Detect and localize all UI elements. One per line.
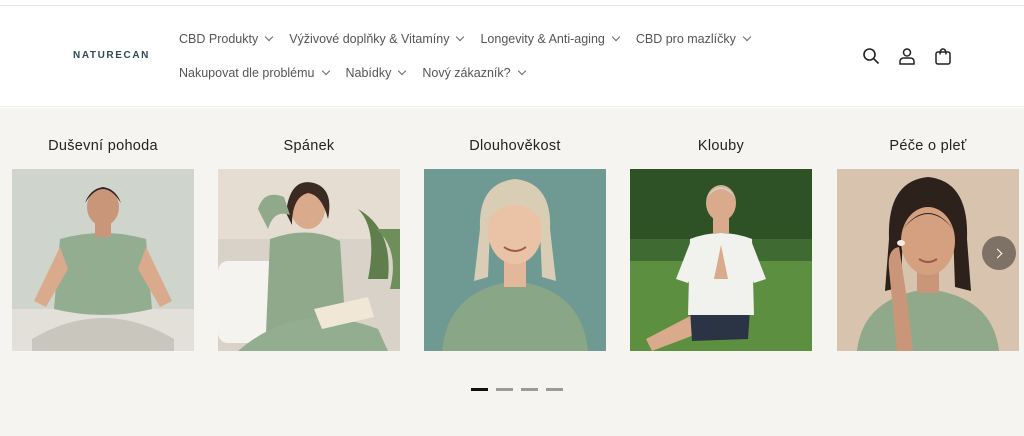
nav-offers[interactable]: Nabídky: [345, 66, 407, 80]
chevron-down-icon: [742, 32, 752, 42]
nav-label: CBD pro mazlíčky: [635, 32, 736, 46]
chevron-down-icon: [264, 32, 274, 42]
carousel-dot-3[interactable]: [521, 388, 538, 391]
header-icons: [862, 47, 952, 65]
category-title: Duševní pohoda: [48, 138, 158, 154]
cart-icon[interactable]: [934, 47, 952, 65]
category-title: Spánek: [283, 138, 335, 154]
carousel-dot-2[interactable]: [496, 388, 513, 391]
nav-supplements[interactable]: Výživové doplňky & Vitamíny: [289, 32, 465, 46]
search-icon[interactable]: [862, 47, 880, 65]
nav-label: Nabídky: [345, 66, 392, 80]
category-title: Klouby: [697, 138, 745, 154]
chevron-down-icon: [398, 66, 407, 76]
category-image-older-woman-smiling[interactable]: [424, 169, 606, 351]
nav-longevity[interactable]: Longevity & Anti-aging: [480, 32, 621, 46]
nav-new-customer[interactable]: Nový zákazník?: [422, 66, 526, 80]
site-header: NATURECAN CBD Produkty Výživové doplňky …: [0, 6, 1024, 107]
nav-label: Nakupovat dle problému: [179, 66, 315, 80]
nav-cbd-products[interactable]: CBD Produkty: [179, 32, 274, 46]
carousel-next-button[interactable]: [982, 236, 1016, 270]
carousel-dot-1[interactable]: [471, 388, 488, 391]
category-image-woman-reading-in-bed[interactable]: [218, 169, 400, 351]
category-image-woman-meditating[interactable]: [12, 169, 194, 351]
nav-label: Výživové doplňky & Vitamíny: [289, 32, 450, 46]
nav-label: Longevity & Anti-aging: [480, 32, 605, 46]
carousel-pagination: [471, 388, 563, 391]
category-title: Péče o pleť: [889, 138, 967, 154]
logo[interactable]: NATURECAN: [73, 50, 150, 61]
chevron-down-icon: [517, 66, 526, 76]
chevron-down-icon: [321, 66, 330, 76]
chevron-right-icon: [992, 248, 1003, 258]
nav-label: CBD Produkty: [179, 32, 259, 46]
category-carousel: Duševní pohoda Spánek Dlouhověkost Kloub…: [0, 108, 1024, 436]
main-nav-row-2: Nakupovat dle problému Nabídky Nový záka…: [179, 66, 542, 80]
nav-pets[interactable]: CBD pro mazlíčky: [635, 32, 752, 46]
chevron-down-icon: [456, 32, 465, 42]
chevron-down-icon: [611, 32, 621, 42]
main-nav-row-1: CBD Produkty Výživové doplňky & Vitamíny…: [179, 32, 767, 46]
category-image-older-man-yoga[interactable]: [630, 169, 812, 351]
nav-shop-by-problem[interactable]: Nakupovat dle problému: [179, 66, 330, 80]
nav-label: Nový zákazník?: [422, 66, 511, 80]
account-icon[interactable]: [898, 47, 916, 65]
carousel-dot-4[interactable]: [546, 388, 563, 391]
category-title: Dlouhověkost: [469, 138, 561, 154]
